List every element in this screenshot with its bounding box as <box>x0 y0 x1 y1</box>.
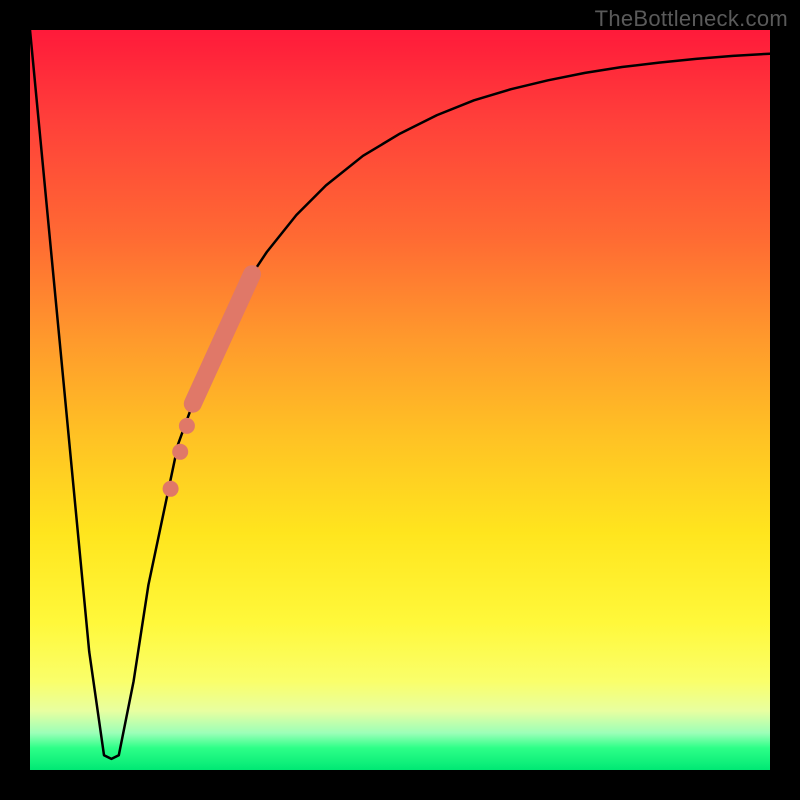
plot-area <box>30 30 770 770</box>
highlight-dots <box>163 418 195 497</box>
highlight-dot <box>179 418 195 434</box>
attribution-label: TheBottleneck.com <box>595 6 788 32</box>
highlight-bar <box>193 274 252 404</box>
bottleneck-curve <box>30 30 770 770</box>
highlight-dot <box>163 481 179 497</box>
highlight-dot <box>172 444 188 460</box>
chart-frame: TheBottleneck.com <box>0 0 800 800</box>
curve-path <box>30 30 770 759</box>
